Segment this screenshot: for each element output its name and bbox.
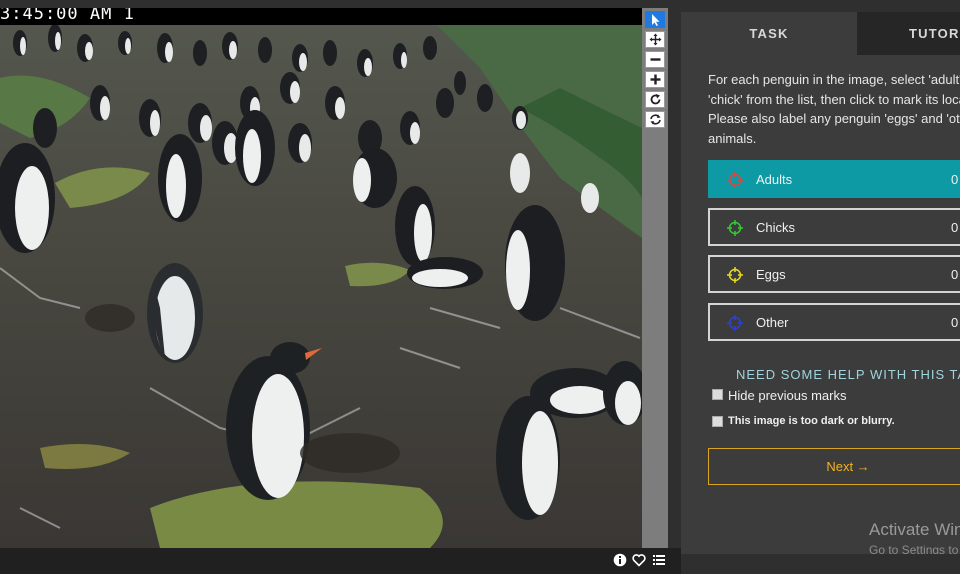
choice-label: Eggs [756, 267, 786, 282]
instruction-line: 'chick' from the list, then click to mar… [708, 91, 960, 107]
choice-count: 0 [951, 315, 959, 330]
checkbox-label: This image is too dark or blurry. [728, 415, 895, 427]
zoom-in-icon [650, 74, 660, 85]
list-icon[interactable] [652, 553, 666, 567]
choice-label: Other [756, 315, 789, 330]
rotate-button[interactable] [645, 91, 665, 108]
instruction-line: Please also label any penguin 'eggs' and… [708, 111, 960, 126]
instruction-line: animals. [708, 130, 757, 146]
choice-label: Chicks [756, 220, 796, 235]
pan-icon [649, 33, 661, 46]
activate-windows-subtitle: Go to Settings to activate Windows. [869, 543, 960, 554]
subject-image[interactable]: 3:45:00 AM 1 [0, 8, 642, 548]
timestamp-text: 3:45:00 AM 1 [0, 8, 135, 24]
pointer-icon [651, 14, 659, 26]
penguin-colony-photo[interactable] [0, 8, 642, 548]
choice-chicks[interactable]: Chicks 0 [708, 208, 960, 246]
tab-tutorial[interactable]: TUTORIAL [857, 12, 960, 55]
crosshair-icon [727, 267, 743, 283]
pointer-tool-button[interactable] [645, 11, 665, 28]
metadata-bar [0, 548, 681, 574]
zoom-in-button[interactable] [645, 71, 665, 88]
rotate-icon [650, 94, 660, 105]
activate-windows-title: Activate Windows [869, 520, 960, 539]
instruction-line: For each penguin in the image, select 'a… [708, 72, 960, 87]
crosshair-icon [727, 315, 743, 331]
camera-timestamp: 3:45:00 AM 1 [0, 8, 642, 25]
choice-other[interactable]: Other 0 [708, 303, 960, 341]
pan-tool-button[interactable] [645, 31, 665, 48]
task-panel: TASK TUTORIAL For each penguin in the im… [681, 12, 960, 554]
image-toolbar [642, 8, 668, 548]
heart-icon[interactable] [632, 553, 646, 567]
choice-label: Adults [756, 172, 793, 187]
next-button[interactable]: Next → [708, 448, 960, 485]
zoom-out-icon [650, 58, 660, 61]
choice-count: 0 [951, 172, 959, 187]
crosshair-icon [727, 172, 743, 188]
checkbox-box[interactable] [712, 389, 723, 400]
choice-adults[interactable]: Adults 0 [708, 160, 960, 198]
crosshair-icon [727, 220, 743, 236]
reset-button[interactable] [645, 111, 665, 128]
choice-eggs[interactable]: Eggs 0 [708, 255, 960, 293]
zoom-out-button[interactable] [645, 51, 665, 68]
info-icon[interactable] [613, 553, 627, 567]
task-instructions: For each penguin in the image, select 'a… [708, 70, 960, 148]
panel-tabs: TASK TUTORIAL [681, 12, 960, 55]
choice-count: 0 [951, 267, 959, 282]
choice-count: 0 [951, 220, 959, 235]
reset-icon [649, 114, 661, 125]
checkbox-label: Hide previous marks [728, 388, 847, 403]
help-link[interactable]: NEED SOME HELP WITH THIS TASK? [736, 367, 960, 382]
checkbox-box[interactable] [712, 416, 723, 427]
tab-task[interactable]: TASK [681, 12, 857, 55]
